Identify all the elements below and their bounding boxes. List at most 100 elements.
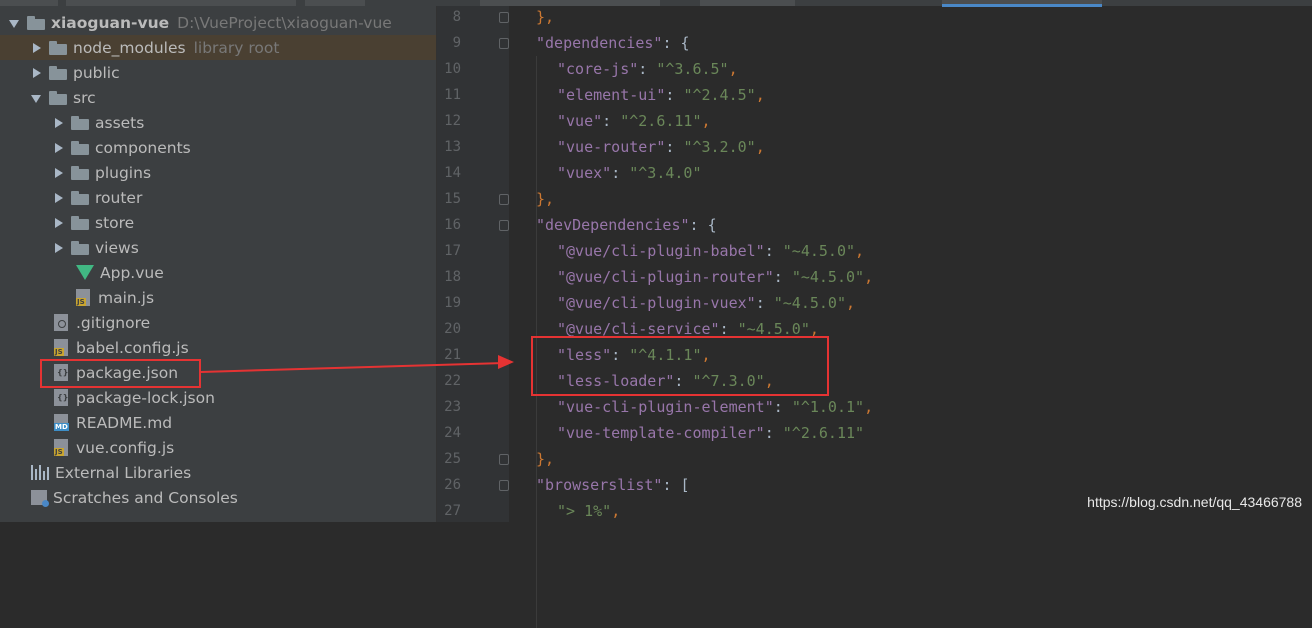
line-number: 10 bbox=[444, 61, 461, 77]
code-token: "^2.6.11" bbox=[782, 424, 865, 442]
chevron-right-icon[interactable] bbox=[53, 142, 63, 153]
fold-marker-icon[interactable] bbox=[499, 480, 509, 491]
line-number: 14 bbox=[444, 165, 461, 181]
line-number: 19 bbox=[444, 295, 461, 311]
code-token: , bbox=[846, 294, 856, 312]
chevron-right-icon[interactable] bbox=[53, 217, 63, 228]
folder-icon bbox=[49, 65, 67, 80]
tree-item-label: vue.config.js bbox=[76, 438, 175, 457]
tab[interactable] bbox=[0, 0, 58, 6]
code-token: "^3.4.0" bbox=[629, 164, 702, 182]
code-token: , bbox=[728, 60, 738, 78]
code-line[interactable]: "vuex": "^3.4.0" bbox=[557, 160, 702, 186]
tree-item-src[interactable]: src bbox=[0, 85, 436, 110]
tree-item-vue-config[interactable]: JS vue.config.js bbox=[0, 435, 436, 460]
line-number: 8 bbox=[452, 9, 461, 25]
tree-item-components[interactable]: components bbox=[0, 135, 436, 160]
json-file-icon: {} bbox=[54, 389, 68, 406]
tree-item-views[interactable]: views bbox=[0, 235, 436, 260]
code-token: "^1.0.1" bbox=[791, 398, 865, 416]
chevron-down-icon[interactable] bbox=[31, 93, 41, 103]
line-number: 17 bbox=[444, 243, 461, 259]
code-line[interactable]: "element-ui": "^2.4.5", bbox=[557, 82, 765, 108]
package-json-highlight-box bbox=[40, 359, 201, 388]
chevron-right-icon[interactable] bbox=[53, 167, 63, 178]
js-file-icon: JS bbox=[54, 439, 68, 456]
code-line[interactable]: "@vue/cli-plugin-vuex": "~4.5.0", bbox=[557, 290, 855, 316]
code-line[interactable]: "vue": "^2.6.11", bbox=[557, 108, 711, 134]
watermark: https://blog.csdn.net/qq_43466788 bbox=[1087, 494, 1302, 510]
code-token: : [ bbox=[662, 476, 690, 494]
line-number: 25 bbox=[444, 451, 461, 467]
code-line[interactable]: "@vue/cli-plugin-router": "~4.5.0", bbox=[557, 264, 873, 290]
code-token: , bbox=[755, 86, 765, 104]
tree-item-package-lock-json[interactable]: {} package-lock.json bbox=[0, 385, 436, 410]
tree-item-public[interactable]: public bbox=[0, 60, 436, 85]
line-number: 11 bbox=[444, 87, 461, 103]
tree-item-assets[interactable]: assets bbox=[0, 110, 436, 135]
line-number: 20 bbox=[444, 321, 461, 337]
tree-item-gitignore[interactable]: .gitignore bbox=[0, 310, 436, 335]
folder-icon bbox=[71, 140, 89, 155]
code-line[interactable]: }, bbox=[536, 4, 554, 30]
code-token: : { bbox=[689, 216, 717, 234]
code-line[interactable]: "vue-template-compiler": "^2.6.11" bbox=[557, 420, 864, 446]
tree-item-external-libraries[interactable]: External Libraries bbox=[0, 460, 436, 485]
tree-item-readme[interactable]: MD README.md bbox=[0, 410, 436, 435]
tree-item-label: babel.config.js bbox=[76, 338, 189, 357]
tree-item-router[interactable]: router bbox=[0, 185, 436, 210]
line-number: 13 bbox=[444, 139, 461, 155]
code-token: }, bbox=[536, 190, 555, 208]
tab[interactable] bbox=[480, 0, 660, 6]
project-name: xiaoguan-vue bbox=[51, 13, 170, 32]
code-line[interactable]: "@vue/cli-plugin-babel": "~4.5.0", bbox=[557, 238, 864, 264]
chevron-right-icon[interactable] bbox=[53, 192, 63, 203]
tree-root[interactable]: xiaoguan-vue D:\VueProject\xiaoguan-vue bbox=[0, 10, 436, 35]
tab[interactable] bbox=[700, 0, 795, 6]
fold-marker-icon[interactable] bbox=[499, 194, 509, 205]
tree-item-label: package-lock.json bbox=[76, 388, 215, 407]
tree-item-label: .gitignore bbox=[76, 313, 151, 332]
tree-item-label: main.js bbox=[98, 288, 155, 307]
folder-icon bbox=[71, 190, 89, 205]
tree-item-label: plugins bbox=[95, 163, 152, 182]
folder-icon bbox=[71, 240, 89, 255]
line-number: 15 bbox=[444, 191, 461, 207]
tab[interactable] bbox=[305, 0, 365, 6]
tree-item-main-js[interactable]: JS main.js bbox=[0, 285, 436, 310]
folder-icon bbox=[27, 15, 45, 30]
fold-marker-icon[interactable] bbox=[499, 454, 509, 465]
code-line[interactable]: "vue-router": "^3.2.0", bbox=[557, 134, 765, 160]
tree-item-label: README.md bbox=[76, 413, 173, 432]
code-line[interactable]: "core-js": "^3.6.5", bbox=[557, 56, 738, 82]
tree-item-node-modules[interactable]: node_modules library root bbox=[0, 35, 436, 60]
chevron-down-icon[interactable] bbox=[9, 18, 19, 28]
code-token: , bbox=[855, 242, 865, 260]
tree-item-label: assets bbox=[95, 113, 145, 132]
tree-item-hint: library root bbox=[193, 38, 280, 57]
fold-marker-icon[interactable] bbox=[499, 12, 509, 23]
code-line[interactable]: "> 1%", bbox=[557, 498, 620, 524]
chevron-right-icon[interactable] bbox=[53, 242, 63, 253]
tree-item-scratches[interactable]: Scratches and Consoles bbox=[0, 485, 436, 510]
fold-marker-icon[interactable] bbox=[499, 220, 509, 231]
tree-item-store[interactable]: store bbox=[0, 210, 436, 235]
code-line[interactable]: }, bbox=[536, 186, 554, 212]
code-line[interactable]: "devDependencies": { bbox=[536, 212, 717, 238]
code-line[interactable]: "dependencies": { bbox=[536, 30, 690, 56]
fold-marker-icon[interactable] bbox=[499, 38, 509, 49]
tree-item-app-vue[interactable]: App.vue bbox=[0, 260, 436, 285]
tree-item-plugins[interactable]: plugins bbox=[0, 160, 436, 185]
tab[interactable] bbox=[66, 0, 296, 6]
chevron-right-icon[interactable] bbox=[31, 67, 41, 78]
chevron-right-icon[interactable] bbox=[31, 42, 41, 53]
code-token: "@vue/cli-plugin-router" bbox=[557, 268, 774, 286]
line-number: 9 bbox=[452, 35, 461, 51]
code-line[interactable]: "browserslist": [ bbox=[536, 472, 690, 498]
line-number: 26 bbox=[444, 477, 461, 493]
code-token: : bbox=[602, 112, 621, 130]
chevron-right-icon[interactable] bbox=[53, 117, 63, 128]
code-line[interactable]: "vue-cli-plugin-element": "^1.0.1", bbox=[557, 394, 873, 420]
code-line[interactable]: }, bbox=[536, 446, 554, 472]
tree-item-babel-config[interactable]: JS babel.config.js bbox=[0, 335, 436, 360]
